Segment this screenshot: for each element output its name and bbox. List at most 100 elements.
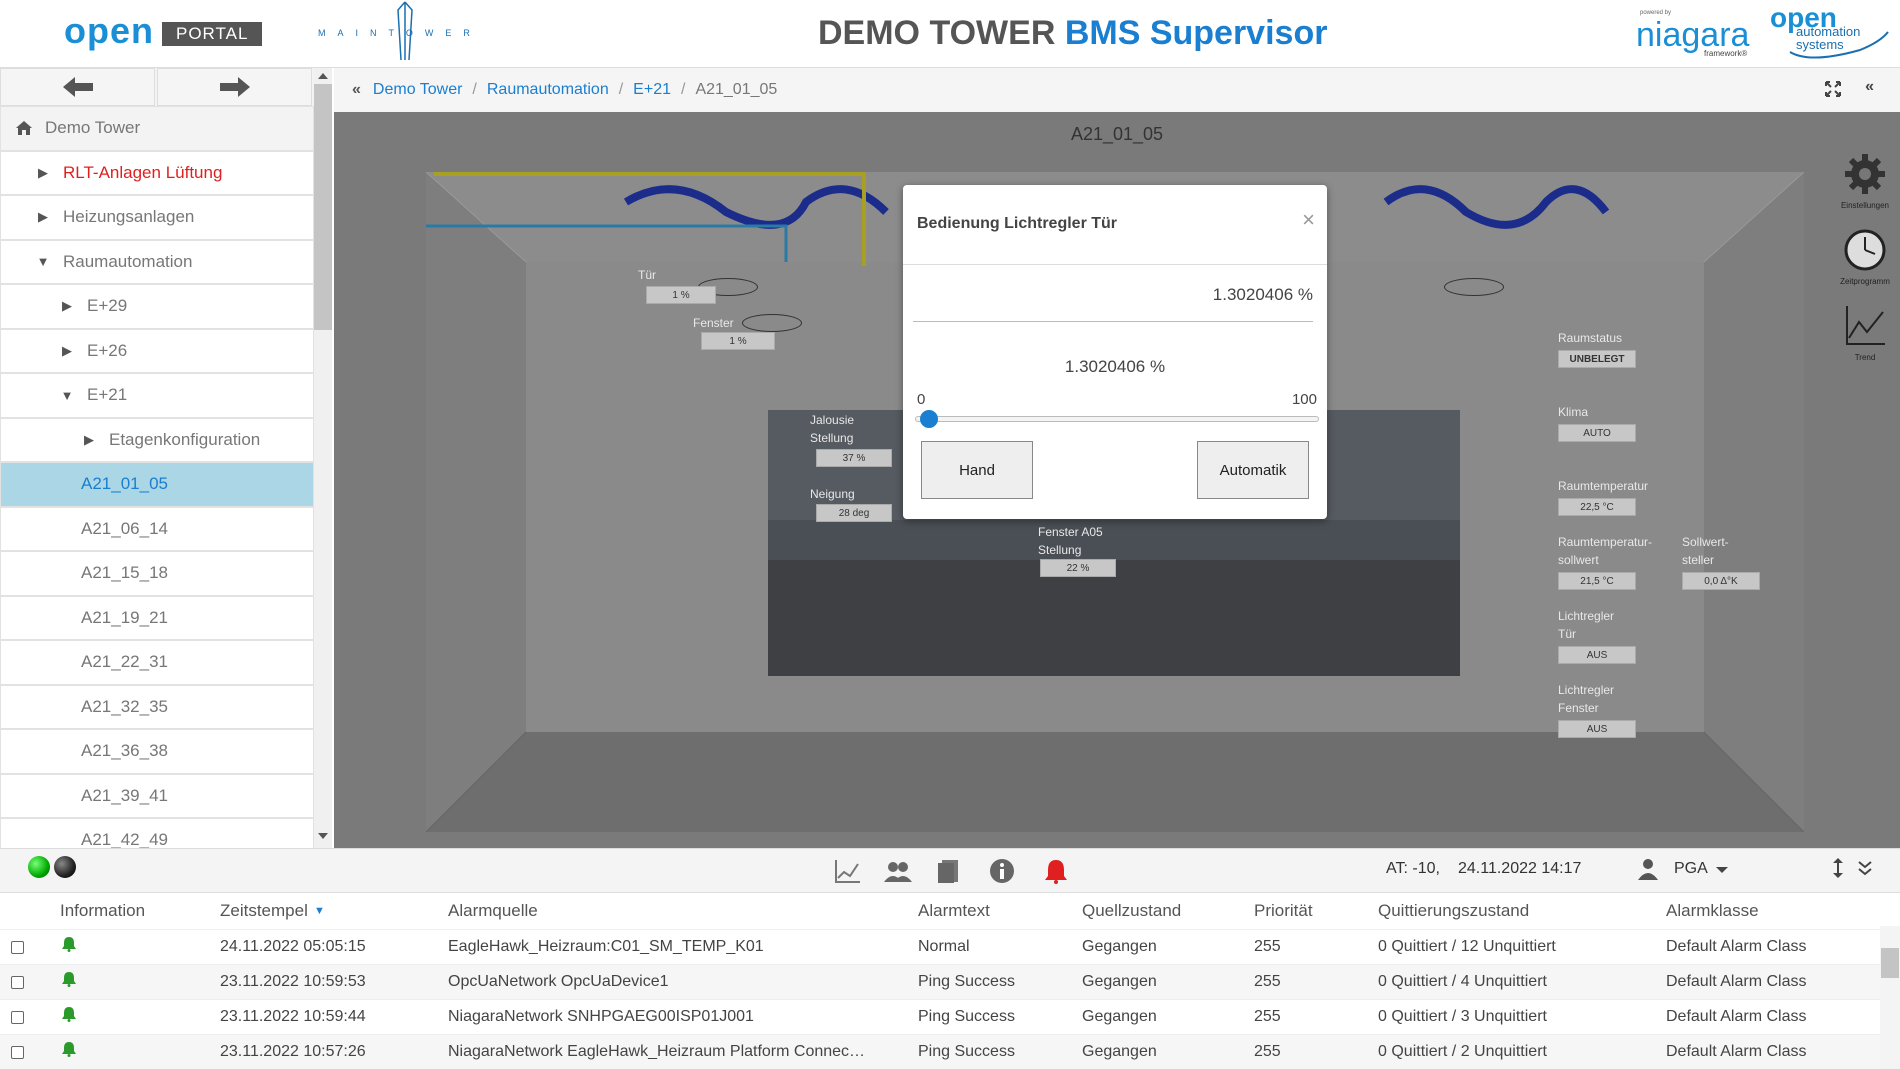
sidebar-item-a21-06-14[interactable]: A21_06_14 <box>0 506 314 551</box>
jalousie-label-2: Stellung <box>810 431 854 445</box>
raumtemp-sollwert-value[interactable]: 21,5 °C <box>1558 572 1636 590</box>
trend-button[interactable]: Trend <box>1830 304 1900 362</box>
scroll-up-icon[interactable] <box>318 72 328 80</box>
breadcrumb-demo-tower[interactable]: Demo Tower <box>373 81 463 99</box>
sidebar-item-a21-36-38[interactable]: A21_36_38 <box>0 729 314 774</box>
breadcrumb: « Demo Tower / Raumautomation / E+21 / A… <box>334 68 1900 112</box>
user-name[interactable]: PGA <box>1674 860 1708 878</box>
room-title: A21_01_05 <box>1070 124 1164 144</box>
alarm-normal-bell-icon <box>62 1007 76 1022</box>
hand-button[interactable]: Hand <box>921 441 1033 499</box>
niagara-framework-text: framework® <box>1704 49 1748 58</box>
sidebar-item-etagenkonfiguration[interactable]: ▶ Etagenkonfiguration <box>0 417 314 462</box>
history-nav <box>0 68 314 106</box>
scroll-down-icon[interactable] <box>318 832 328 840</box>
lichtregler-tuer-value[interactable]: AUS <box>1558 646 1636 664</box>
alarm-table-scroll-thumb[interactable] <box>1881 948 1899 978</box>
expanded-arrow-icon[interactable]: ▼ <box>59 388 75 403</box>
collapsed-arrow-icon[interactable]: ▶ <box>59 343 75 359</box>
column-header-alarmquelle[interactable]: Alarmquelle <box>448 901 538 921</box>
jalousie-value[interactable]: 37 % <box>816 449 892 467</box>
lichtregler-fenster-value[interactable]: AUS <box>1558 720 1636 738</box>
ceiling-lamp <box>1444 278 1504 296</box>
sidebar-item-label: A21_32_35 <box>81 696 168 716</box>
column-header-alarmklasse[interactable]: Alarmklasse <box>1666 901 1759 921</box>
tuer-value[interactable]: 1 % <box>646 286 716 304</box>
sollwertsteller-value[interactable]: 0,0 Δ°K <box>1682 572 1760 590</box>
sidebar-item-a21-01-05[interactable]: A21_01_05 <box>0 462 314 507</box>
status-off-icon <box>54 856 76 878</box>
collapse-down-icon[interactable] <box>1858 860 1872 876</box>
collapsed-arrow-icon[interactable]: ▶ <box>81 432 97 448</box>
settings-button[interactable]: Einstellungen <box>1830 152 1900 210</box>
breadcrumb-current: A21_01_05 <box>695 81 778 98</box>
table-row[interactable]: 23.11.2022 10:57:26 NiagaraNetwork EagleH… <box>0 1034 1900 1069</box>
collapsed-arrow-icon[interactable]: ▶ <box>35 165 51 181</box>
collapse-sidebar-icon[interactable]: « <box>352 81 361 99</box>
jalousie-label-1: Jalousie <box>810 413 855 427</box>
sidebar-item-a21-32-35[interactable]: A21_32_35 <box>0 684 314 729</box>
lichtregler-dialog: Bedienung Lichtregler Tür × 1.3020406 % … <box>903 185 1327 519</box>
fullscreen-icon[interactable] <box>1824 80 1842 103</box>
row-checkbox[interactable] <box>11 1010 24 1024</box>
expanded-arrow-icon[interactable]: ▼ <box>35 254 51 269</box>
fenster-value[interactable]: 1 % <box>701 332 775 350</box>
documents-icon[interactable] <box>936 858 964 884</box>
collapse-panel-icon[interactable]: « <box>1865 78 1874 96</box>
sidebar-item-e-29[interactable]: ▶ E+29 <box>0 284 314 329</box>
raumtemp-sollwert-label-1: Raumtemperatur- <box>1558 535 1653 549</box>
tree-root-label: Demo Tower <box>45 118 141 138</box>
row-checkbox[interactable] <box>11 975 24 989</box>
sidebar-item-a21-39-41[interactable]: A21_39_41 <box>0 773 314 818</box>
klima-value[interactable]: AUTO <box>1558 424 1636 442</box>
close-icon[interactable]: × <box>1302 207 1315 233</box>
sidebar-item-a21-15-18[interactable]: A21_15_18 <box>0 551 314 596</box>
tree-root-demo-tower[interactable]: Demo Tower <box>0 106 314 151</box>
value-input[interactable]: 1.3020406 % <box>913 285 1313 322</box>
cell-alarmtext: Ping Success <box>918 973 1015 990</box>
resize-icon[interactable] <box>1832 858 1844 878</box>
status-ok-icon <box>28 856 50 878</box>
slider-handle[interactable] <box>920 410 939 428</box>
column-header-information[interactable]: Information <box>60 901 145 921</box>
table-row[interactable]: 23.11.2022 10:59:53 OpcUaNetwork OpcUaDev… <box>0 964 1900 999</box>
value-slider[interactable] <box>915 416 1319 422</box>
sidebar-item-raumautomation[interactable]: ▼ Raumautomation <box>0 239 314 284</box>
schedule-button[interactable]: Zeitprogramm <box>1830 228 1900 286</box>
raumstatus-value[interactable]: UNBELEGT <box>1558 350 1636 368</box>
sidebar-item-e-21[interactable]: ▼ E+21 <box>0 373 314 418</box>
cell-priorit-t: 255 <box>1254 1043 1281 1060</box>
neigung-value[interactable]: 28 deg <box>816 504 892 522</box>
breadcrumb-e21[interactable]: E+21 <box>633 81 671 99</box>
alarm-bell-icon[interactable] <box>1042 858 1070 884</box>
chart-icon[interactable] <box>834 858 862 884</box>
row-checkbox[interactable] <box>11 940 24 954</box>
chevron-down-icon[interactable] <box>1716 866 1728 874</box>
collapsed-arrow-icon[interactable]: ▶ <box>35 209 51 225</box>
collapsed-arrow-icon[interactable]: ▶ <box>59 298 75 314</box>
column-header-quellzustand[interactable]: Quellzustand <box>1082 901 1181 921</box>
table-row[interactable]: 23.11.2022 10:59:44 NiagaraNetwork SNHPGA… <box>0 999 1900 1034</box>
raumtemp-sollwert-label-2: sollwert <box>1558 553 1599 567</box>
sort-desc-icon[interactable]: ▼ <box>314 905 325 917</box>
sidebar-item-a21-19-21[interactable]: A21_19_21 <box>0 595 314 640</box>
fenster-a05-value[interactable]: 22 % <box>1040 559 1116 577</box>
column-header-priorit-t[interactable]: Priorität <box>1254 901 1313 921</box>
column-header-quittierungszustand[interactable]: Quittierungszustand <box>1378 901 1529 921</box>
sidebar-scroll-thumb[interactable] <box>314 84 332 330</box>
sidebar-item-a21-22-31[interactable]: A21_22_31 <box>0 640 314 685</box>
row-checkbox[interactable] <box>11 1045 24 1059</box>
column-header-zeitstempel[interactable]: Zeitstempel <box>220 901 308 921</box>
automatik-button[interactable]: Automatik <box>1197 441 1309 499</box>
sidebar-item-e-26[interactable]: ▶ E+26 <box>0 328 314 373</box>
back-button[interactable] <box>0 68 155 106</box>
forward-button[interactable] <box>157 68 312 106</box>
sidebar-item-rlt-anlagen-l-ftung[interactable]: ▶ RLT-Anlagen Lüftung <box>0 150 314 195</box>
column-header-alarmtext[interactable]: Alarmtext <box>918 901 990 921</box>
cell-zeitstempel: 23.11.2022 10:57:26 <box>220 1043 366 1060</box>
info-icon[interactable] <box>988 858 1016 884</box>
sidebar-item-heizungsanlagen[interactable]: ▶ Heizungsanlagen <box>0 195 314 240</box>
table-row[interactable]: 24.11.2022 05:05:15 EagleHawk_Heizraum:C0… <box>0 929 1900 964</box>
breadcrumb-raumautomation[interactable]: Raumautomation <box>487 81 609 99</box>
users-icon[interactable] <box>884 858 912 884</box>
